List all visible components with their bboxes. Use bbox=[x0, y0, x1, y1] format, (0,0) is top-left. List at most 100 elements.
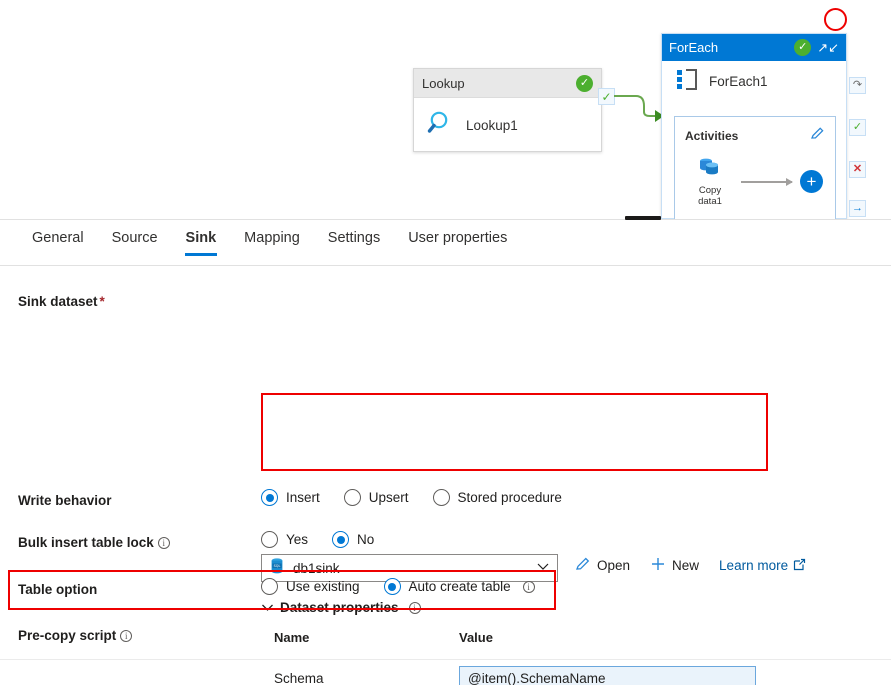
lookup-card-header: Lookup ✓ bbox=[414, 69, 601, 98]
radio-upsert[interactable]: Upsert bbox=[343, 489, 409, 506]
external-link-icon bbox=[793, 558, 806, 574]
lookup-card-title: Lookup bbox=[422, 75, 465, 91]
property-name: Schema bbox=[274, 671, 324, 685]
pencil-icon[interactable] bbox=[810, 126, 825, 146]
plus-icon bbox=[650, 556, 666, 575]
adf-copy-activity-screen: Lookup ✓ Lookup1 ✓ ForEach ✓ ↗↙ ForEach1… bbox=[0, 0, 891, 685]
table-row: Schema @item().SchemaName bbox=[0, 659, 891, 685]
radio-indicator bbox=[343, 489, 361, 506]
pre-copy-script-label: Pre-copy script i bbox=[18, 628, 133, 643]
radio-indicator bbox=[261, 578, 278, 595]
failure-handle-icon[interactable]: ✕ bbox=[849, 161, 866, 178]
column-header-value: Value bbox=[459, 630, 493, 645]
property-tabs: General Source Sink Mapping Settings Use… bbox=[0, 228, 891, 266]
pencil-icon bbox=[575, 556, 591, 575]
dataset-commands: Open New Learn more bbox=[575, 556, 806, 575]
sink-dataset-value: db1sink bbox=[293, 560, 340, 576]
radio-label: Auto create table bbox=[408, 579, 511, 594]
check-circle-icon: ✓ bbox=[576, 74, 593, 92]
learn-more-label: Learn more bbox=[719, 558, 789, 573]
info-icon[interactable]: i bbox=[120, 630, 133, 642]
sink-dataset-label: Sink dataset * bbox=[18, 294, 105, 309]
radio-insert[interactable]: Insert bbox=[261, 489, 320, 506]
activities-content: Copy data1 + bbox=[675, 146, 835, 207]
lookup-activity-name: Lookup1 bbox=[466, 117, 518, 133]
tab-source[interactable]: Source bbox=[98, 228, 172, 256]
lookup-card-body: Lookup1 bbox=[414, 98, 601, 152]
pipeline-canvas[interactable]: Lookup ✓ Lookup1 ✓ ForEach ✓ ↗↙ ForEach1… bbox=[0, 0, 891, 219]
activities-header: Activities bbox=[675, 117, 835, 146]
radio-indicator bbox=[261, 531, 278, 548]
radio-indicator bbox=[332, 531, 350, 548]
table-option-label: Table option bbox=[18, 582, 98, 597]
radio-indicator bbox=[432, 489, 450, 506]
dataset-properties-label: Dataset properties bbox=[280, 600, 399, 615]
copy-data-label: Copy data1 bbox=[698, 185, 722, 207]
radio-label: Use existing bbox=[286, 579, 360, 594]
foreach-card-title: ForEach bbox=[669, 40, 719, 55]
magnifier-icon bbox=[426, 109, 454, 142]
connector-line bbox=[614, 95, 664, 122]
add-activity-button[interactable]: + bbox=[800, 170, 823, 193]
info-icon[interactable]: i bbox=[522, 580, 535, 593]
open-dataset-label: Open bbox=[597, 558, 631, 573]
red-highlight-dataset-properties bbox=[261, 393, 768, 471]
schema-value-input[interactable]: @item().SchemaName bbox=[459, 665, 756, 685]
radio-use-existing[interactable]: Use existing bbox=[261, 578, 360, 595]
chevron-down-icon bbox=[261, 601, 274, 615]
foreach-activity-card[interactable]: ForEach ✓ ↗↙ ForEach1 Activities Copy da… bbox=[661, 33, 847, 219]
foreach-loop-icon bbox=[676, 68, 698, 95]
svg-text:SQL: SQL bbox=[274, 564, 281, 568]
activities-label: Activities bbox=[685, 129, 739, 143]
tab-sink[interactable]: Sink bbox=[172, 228, 231, 256]
copy-data-activity[interactable]: Copy data1 bbox=[687, 156, 733, 207]
lookup-activity-card[interactable]: Lookup ✓ Lookup1 bbox=[413, 68, 602, 152]
panel-resize-handle[interactable] bbox=[625, 216, 661, 220]
learn-more-link[interactable]: Learn more bbox=[719, 558, 806, 574]
tabs-bottom-rule bbox=[0, 265, 891, 266]
copy-data-icon bbox=[697, 158, 723, 182]
success-handle-icon[interactable]: ✓ bbox=[849, 119, 866, 136]
bulk-insert-radio-group: Yes No bbox=[261, 531, 398, 548]
column-header-name: Name bbox=[274, 630, 310, 645]
foreach-activity-name: ForEach1 bbox=[709, 73, 768, 89]
radio-indicator bbox=[261, 489, 278, 506]
table-header: Name Value bbox=[0, 630, 891, 645]
foreach-card-header: ForEach ✓ ↗↙ bbox=[662, 34, 846, 61]
sql-database-icon: SQL bbox=[270, 557, 284, 579]
chevron-down-icon bbox=[537, 562, 549, 574]
radio-label: Stored procedure bbox=[457, 490, 562, 505]
new-dataset-label: New bbox=[672, 558, 700, 573]
property-value-cell: @item().SchemaName bbox=[459, 665, 756, 685]
dataset-properties-toggle[interactable]: Dataset properties i bbox=[261, 600, 421, 615]
write-behavior-radio-group: Insert Upsert Stored procedure bbox=[261, 489, 586, 506]
tab-settings[interactable]: Settings bbox=[314, 228, 394, 256]
new-dataset-button[interactable]: New bbox=[650, 556, 699, 575]
radio-stored-procedure[interactable]: Stored procedure bbox=[432, 489, 562, 506]
tab-user-properties[interactable]: User properties bbox=[394, 228, 521, 256]
radio-bulk-yes[interactable]: Yes bbox=[261, 531, 308, 548]
tab-mapping[interactable]: Mapping bbox=[230, 228, 314, 256]
required-asterisk: * bbox=[99, 294, 105, 309]
radio-label: Yes bbox=[286, 532, 309, 547]
check-icon: ✓ bbox=[601, 89, 612, 104]
radio-label: No bbox=[357, 532, 375, 547]
tab-general[interactable]: General bbox=[18, 228, 98, 256]
retry-handle-icon[interactable]: ↷ bbox=[849, 77, 866, 94]
table-body: Schema @item().SchemaName table @item().… bbox=[0, 659, 891, 685]
radio-indicator bbox=[383, 578, 401, 595]
info-icon[interactable]: i bbox=[157, 537, 170, 549]
info-icon[interactable]: i bbox=[408, 601, 421, 614]
radio-auto-create-table[interactable]: Auto create table i bbox=[383, 578, 535, 595]
radio-bulk-no[interactable]: No bbox=[332, 531, 374, 548]
radio-label: Upsert bbox=[368, 490, 409, 505]
completion-handle-icon[interactable]: → bbox=[849, 200, 866, 217]
activity-flow-arrow bbox=[741, 177, 793, 186]
bulk-insert-table-lock-label: Bulk insert table lock i bbox=[18, 535, 170, 550]
radio-label: Insert bbox=[286, 490, 320, 505]
expand-arrows-icon[interactable]: ↗↙ bbox=[817, 41, 839, 54]
red-circle-highlight bbox=[824, 8, 847, 31]
lookup-success-connector-icon[interactable]: ✓ bbox=[598, 88, 615, 105]
dataset-properties-table: Name Value Schema @item().SchemaName tab… bbox=[0, 630, 891, 685]
open-dataset-button[interactable]: Open bbox=[575, 556, 630, 575]
